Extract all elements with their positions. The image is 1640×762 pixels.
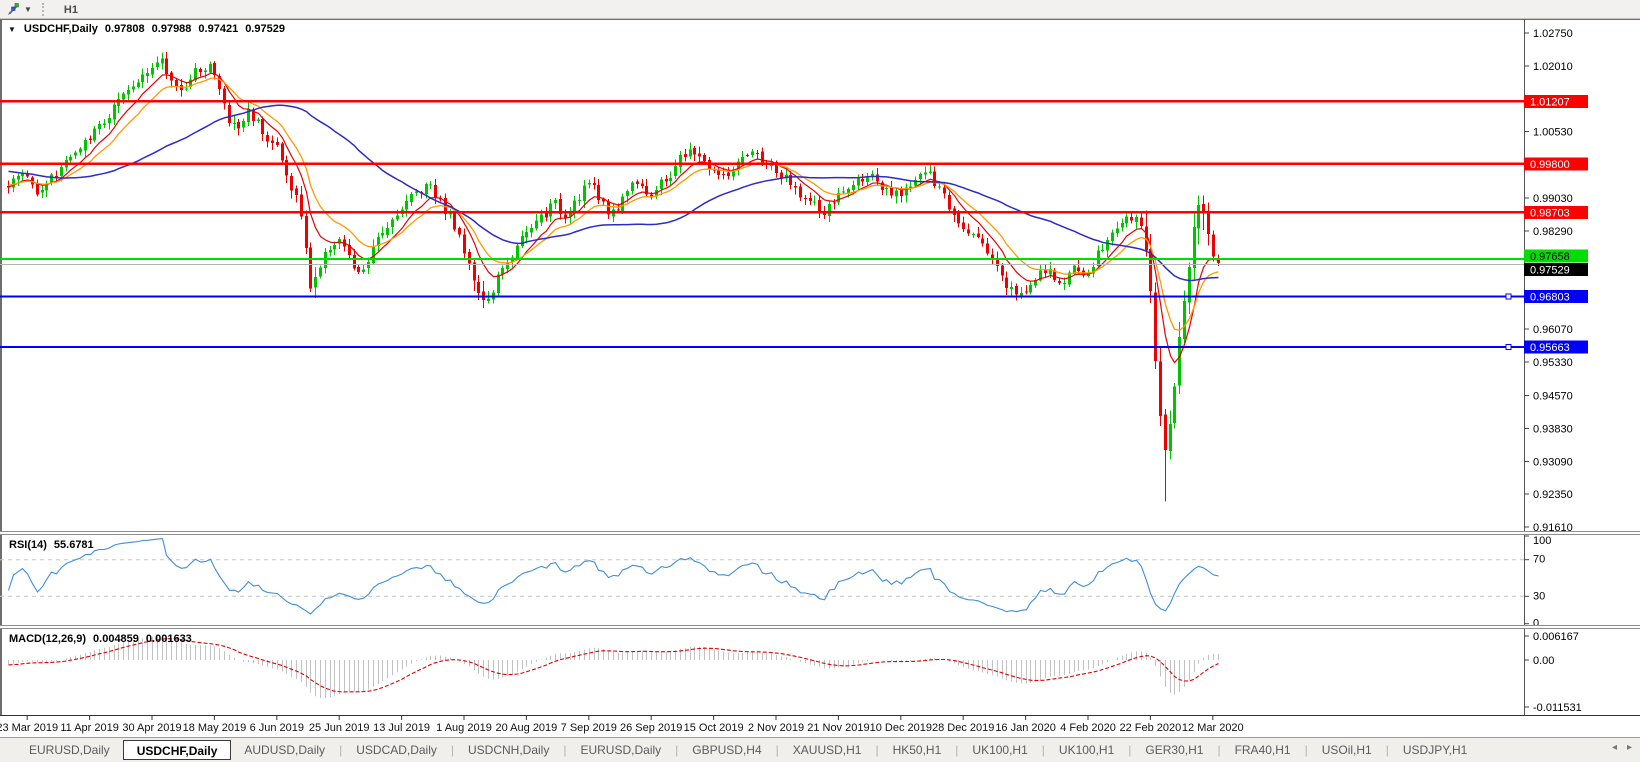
toolbar: ▼ M1M5M15M30H1H4D1W1MN	[0, 0, 1640, 19]
price-axis-label: 0.91610	[1533, 522, 1573, 531]
date-label: 10 Dec 2019	[870, 722, 932, 734]
chart-tools-icon[interactable]	[4, 1, 22, 17]
price-axis-label: 0.93830	[1533, 424, 1573, 436]
chart-tab-uk100-h1[interactable]: UK100,H1	[1046, 740, 1127, 760]
chart-tab-eurusd-daily[interactable]: EURUSD,Daily	[16, 740, 123, 760]
tab-scroll-right-icon[interactable]: ▸	[1627, 742, 1632, 753]
date-label: 12 Mar 2020	[1182, 722, 1244, 734]
chart-tab-usdjpy-h1[interactable]: USDJPY,H1	[1390, 740, 1480, 760]
chart-title: ▼ USDCHF,Daily 0.97808 0.97988 0.97421 0…	[8, 23, 285, 35]
price-axis-label: 1.00530	[1533, 126, 1573, 138]
macd-signal-value: 0.001633	[146, 633, 192, 645]
date-label: 13 Jul 2019	[373, 722, 430, 734]
date-label: 2 Nov 2019	[748, 722, 804, 734]
chart-tab-hk50-h1[interactable]: HK50,H1	[880, 740, 955, 760]
rsi-label: RSI(14) 55.6781	[9, 539, 94, 551]
rsi-axis-label: 70	[1533, 554, 1545, 566]
chart-tab-eurusd-daily[interactable]: EURUSD,Daily	[567, 740, 674, 760]
price-axis-label: 0.93090	[1533, 456, 1573, 468]
date-label: 22 Feb 2020	[1120, 722, 1182, 734]
date-label: 20 Aug 2019	[496, 722, 558, 734]
date-label: 26 Sep 2019	[620, 722, 682, 734]
date-label: 16 Jan 2020	[995, 722, 1056, 734]
price-axis-label: 0.98290	[1533, 226, 1573, 238]
chart-tab-uk100-h1[interactable]: UK100,H1	[959, 740, 1040, 760]
date-label: 25 Jun 2019	[309, 722, 370, 734]
chart-tab-usoil-h1[interactable]: USOil,H1	[1309, 740, 1385, 760]
price-axis-label: 0.99030	[1533, 193, 1573, 205]
chart-tab-usdcad-daily[interactable]: USDCAD,Daily	[343, 740, 450, 760]
rsi-line	[9, 539, 1219, 614]
macd-panel-canvas[interactable]: 0.006167 0.00 -0.011531	[0, 629, 1640, 715]
price-axis-label: 0.95330	[1533, 357, 1573, 369]
price-badge: 0.98703	[1530, 207, 1570, 219]
chart-tab-usdcnh-daily[interactable]: USDCNH,Daily	[455, 740, 562, 760]
rsi-axis-label: 100	[1533, 535, 1551, 547]
symbol-dropdown-icon[interactable]: ▼	[8, 25, 16, 34]
date-axis[interactable]: 23 Mar 201911 Apr 201930 Apr 201918 May …	[0, 715, 1640, 737]
price-axis-label: 0.92350	[1533, 489, 1573, 501]
price-axis-label: 0.94570	[1533, 391, 1573, 403]
date-label: 11 Apr 2019	[60, 722, 119, 734]
macd-axis-label: -0.011531	[1533, 702, 1582, 714]
macd-axis-label: 0.00	[1533, 655, 1554, 667]
ma-slow	[9, 105, 1219, 280]
date-label: 4 Feb 2020	[1060, 722, 1116, 734]
tab-scroll-buttons: ◂ ▸	[1612, 742, 1632, 753]
date-label: 23 Mar 2019	[0, 722, 58, 734]
chart-tab-xauusd-h1[interactable]: XAUUSD,H1	[780, 740, 875, 760]
macd-main-value: 0.004859	[93, 633, 139, 645]
date-label: 7 Sep 2019	[561, 722, 617, 734]
toolbar-grip[interactable]	[42, 3, 46, 16]
chart-tab-usdchf-daily[interactable]: USDCHF,Daily	[123, 740, 232, 760]
symbol-label: USDCHF,Daily	[24, 23, 98, 35]
line-handle[interactable]	[1506, 345, 1511, 350]
date-label: 1 Aug 2019	[436, 722, 492, 734]
price-axis-label: 0.96070	[1533, 324, 1573, 336]
timeframe-button-h1[interactable]: H1	[55, 1, 94, 17]
price-axis-label: 1.02750	[1533, 28, 1573, 40]
main-chart-canvas[interactable]: 1.02750 1.02010 1.00530 0.99030 0.98290 0.960…	[0, 19, 1640, 531]
date-label: 28 Dec 2019	[932, 722, 994, 734]
chart-tab-fra40-h1[interactable]: FRA40,H1	[1222, 740, 1304, 760]
line-handle[interactable]	[1506, 294, 1511, 299]
chart-tab-gbpusd-h4[interactable]: GBPUSD,H4	[679, 740, 774, 760]
chart-tab-audusd-daily[interactable]: AUDUSD,Daily	[231, 740, 338, 760]
price-badge: 0.97658	[1530, 251, 1570, 263]
rsi-panel-canvas[interactable]: 100 70 30 0	[0, 535, 1640, 625]
tab-scroll-left-icon[interactable]: ◂	[1612, 742, 1617, 753]
price-badge: 1.01207	[1530, 96, 1570, 108]
date-label: 18 May 2019	[183, 722, 247, 734]
rsi-value: 55.6781	[54, 539, 94, 551]
mt4-window: ▼ M1M5M15M30H1H4D1W1MN 1.027501.020101.0…	[0, 0, 1640, 762]
date-label: 21 Nov 2019	[807, 722, 869, 734]
price-badge: 0.97529	[1530, 265, 1570, 277]
macd-name: MACD(12,26,9)	[9, 633, 86, 645]
chart-tab-ger30-h1[interactable]: GER30,H1	[1132, 740, 1216, 760]
ohlc-close: 0.97529	[245, 23, 285, 35]
tool-dropdown-arrow-icon[interactable]: ▼	[24, 5, 32, 14]
ohlc-low: 0.97421	[198, 23, 238, 35]
rsi-axis-label: 0	[1533, 618, 1539, 625]
macd-axis-label: 0.006167	[1533, 631, 1579, 643]
ohlc-high: 0.97988	[152, 23, 192, 35]
price-badge: 0.95663	[1530, 342, 1570, 354]
rsi-name: RSI(14)	[9, 539, 47, 551]
rsi-axis-label: 30	[1533, 590, 1545, 602]
price-badge: 0.96803	[1530, 292, 1570, 304]
date-label: 6 Jun 2019	[250, 722, 304, 734]
macd-label: MACD(12,26,9) 0.004859 0.001633	[9, 633, 192, 645]
date-label: 30 Apr 2019	[122, 722, 181, 734]
price-axis-label: 1.02010	[1533, 61, 1573, 73]
ohlc-open: 0.97808	[105, 23, 145, 35]
price-badge: 0.99800	[1530, 159, 1570, 171]
chart-tab-bar: EURUSD,DailyUSDCHF,DailyAUDUSD,Daily|USD…	[0, 737, 1640, 762]
date-label: 15 Oct 2019	[684, 722, 744, 734]
